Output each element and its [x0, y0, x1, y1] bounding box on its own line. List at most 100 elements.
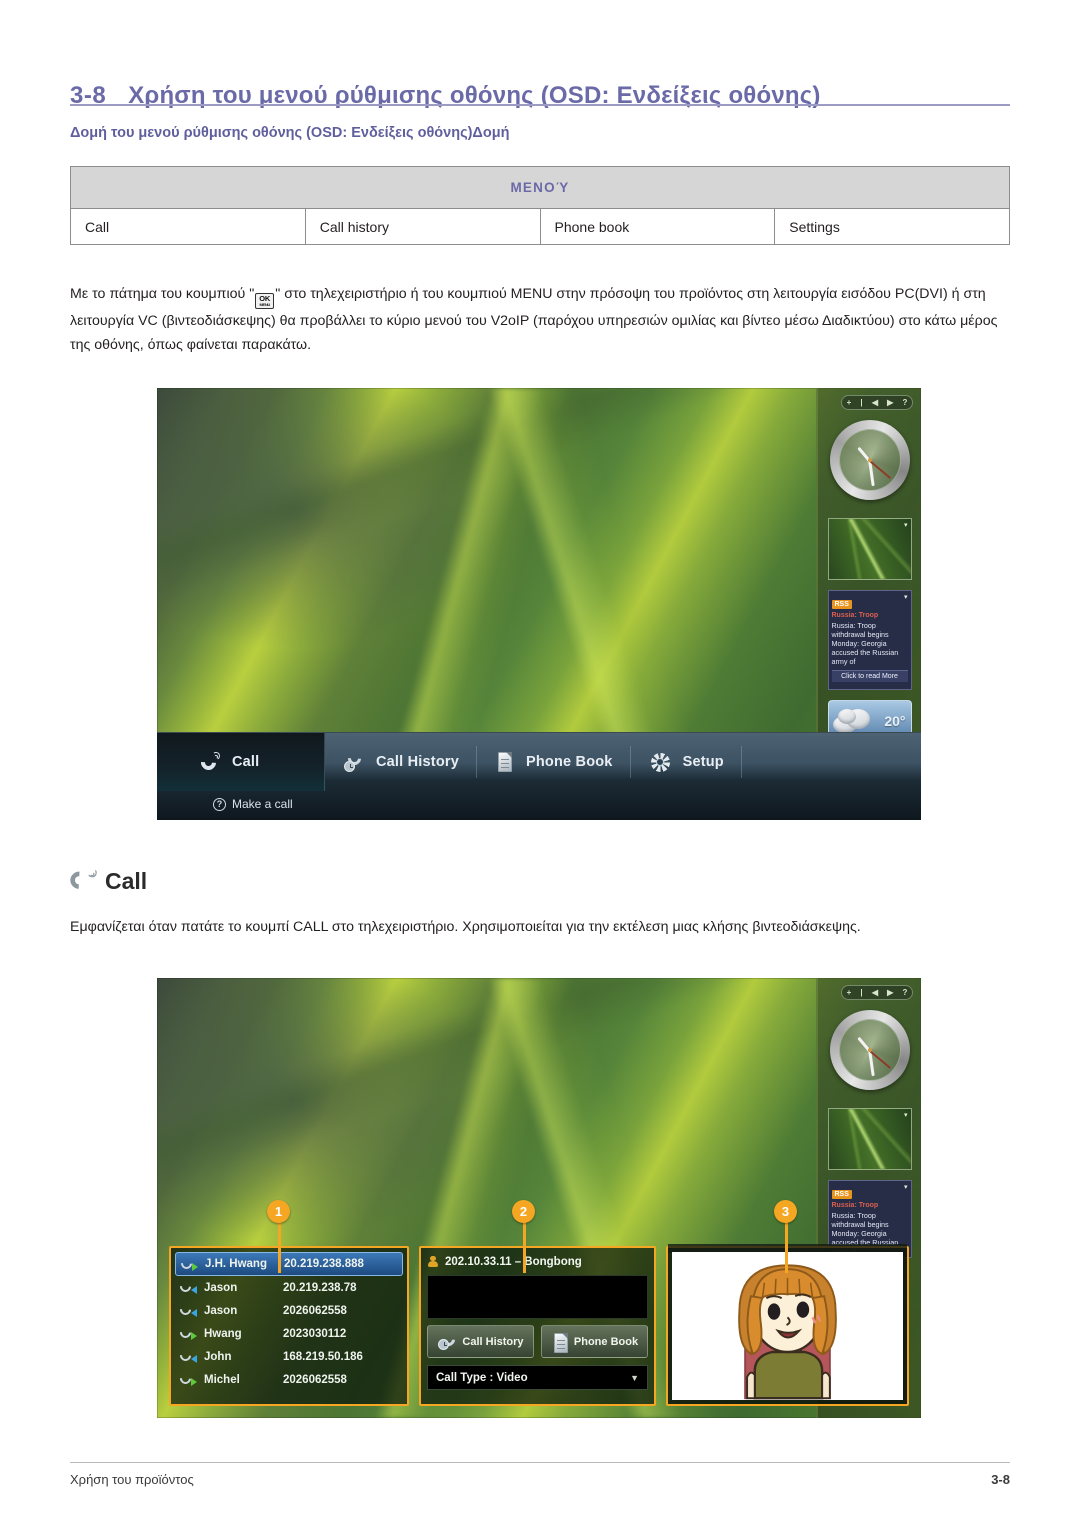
paragraph-text-before: Με το πάτημα του κουμπιού "	[70, 286, 255, 302]
rss-feed-widget[interactable]: ▾ RSS Russia: Troop Russia: Troop withdr…	[827, 590, 912, 690]
list-item[interactable]: John 168.219.50.186	[175, 1345, 403, 1368]
call-history-button[interactable]: Call History	[427, 1325, 534, 1358]
rss-badge: RSS	[831, 600, 852, 609]
contact-name: Hwang	[204, 1327, 242, 1340]
table-header-row: ΜΕΝΟΎ	[70, 166, 1010, 209]
call-history-icon	[437, 1330, 459, 1351]
call-type-dropdown[interactable]: Call Type : Video ▼	[427, 1365, 648, 1390]
help-icon[interactable]: ?	[903, 988, 908, 997]
sidebar-controls[interactable]: + | ◀ ▶ ?	[841, 395, 913, 410]
osd-item-label: Phone Book	[525, 754, 613, 770]
slideshow-widget[interactable]: ▾	[827, 518, 912, 580]
weather-widget[interactable]: 20°	[827, 700, 912, 736]
callout-badge-1: 1	[267, 1200, 290, 1223]
chevron-down-icon[interactable]: ▾	[904, 1111, 908, 1119]
footer-divider	[70, 1462, 1010, 1463]
table-cell-settings: Settings	[774, 208, 1010, 245]
rss-badge: RSS	[831, 1190, 852, 1199]
contact-name: Jason	[204, 1281, 238, 1294]
osd-item-setup[interactable]: Setup	[631, 733, 742, 791]
dial-panel[interactable]: 202.10.33.11 – Bongbong Call History Pho…	[419, 1246, 656, 1406]
phone-icon	[197, 751, 221, 774]
callout-badge-2: 2	[512, 1200, 535, 1223]
dial-panel-title: 202.10.33.11 – Bongbong	[427, 1253, 648, 1271]
list-item[interactable]: Jason 2026062558	[175, 1299, 403, 1322]
osd-menu-items: Call Call History Phone Book Setup	[157, 733, 921, 791]
clock-widget	[829, 420, 910, 500]
intro-paragraph: Με το πάτημα του κουμπιού " OK MENU " στο τ…	[70, 282, 1012, 357]
chevron-down-icon[interactable]: ▾	[904, 593, 908, 601]
incoming-call-icon	[177, 1301, 197, 1318]
rss-headline: Russia: Troop	[831, 612, 879, 619]
control-separator: |	[860, 397, 863, 407]
osd-main-menu-screenshot: + | ◀ ▶ ? ▾ ▾ RSS Russia: Troop Russia: …	[157, 388, 921, 820]
call-list-panel[interactable]: J.H. Hwang 20.219.238.888 Jason 20.219.2…	[169, 1246, 409, 1406]
incoming-call-icon	[177, 1347, 197, 1364]
manual-page: 3-8 Χρήση του μενού ρύθμισης οθόνης (OSD…	[0, 0, 1080, 1527]
rss-read-more-link[interactable]: Click to read More	[831, 670, 908, 682]
next-widget-icon[interactable]: ▶	[887, 398, 893, 407]
osd-hint-label: Make a call	[232, 797, 293, 811]
chevron-down-icon[interactable]: ▾	[904, 521, 908, 529]
sidebar-controls[interactable]: + | ◀ ▶ ?	[841, 985, 913, 1000]
prev-widget-icon[interactable]: ◀	[872, 398, 878, 407]
table-cell-call: Call	[70, 208, 306, 245]
sub-heading: Δομή του μενού ρύθμισης οθόνης (OSD: Ενδ…	[70, 125, 510, 141]
chevron-down-icon[interactable]: ▾	[904, 1183, 908, 1191]
list-item[interactable]: Michel 2026062558	[175, 1368, 403, 1391]
list-item[interactable]: Hwang 2023030112	[175, 1322, 403, 1345]
callout-leader-2	[523, 1221, 526, 1273]
header-divider	[70, 104, 1010, 106]
phone-icon	[66, 866, 98, 897]
call-history-icon	[343, 749, 365, 773]
menu-glyph-label: MENU	[259, 301, 271, 307]
osd-item-label: Call	[232, 754, 260, 770]
contact-number: 2026062558	[283, 1373, 347, 1386]
osd-item-call[interactable]: Call	[157, 733, 325, 791]
temperature-value: 20°	[884, 713, 906, 729]
table-row: Call Call history Phone book Settings	[70, 208, 1010, 245]
avatar-illustration	[672, 1253, 903, 1400]
call-type-value: Call Type : Video	[436, 1371, 528, 1384]
dial-panel-buttons: Call History Phone Book	[427, 1325, 648, 1358]
outgoing-call-icon	[177, 1324, 197, 1341]
menu-structure-table: ΜΕΝΟΎ Call Call history Phone book Setti…	[70, 166, 1010, 245]
next-widget-icon[interactable]: ▶	[887, 988, 893, 997]
clock-center-pin	[867, 458, 872, 462]
question-mark-icon: ?	[213, 797, 226, 811]
contact-name: Michel	[204, 1373, 240, 1386]
slideshow-widget[interactable]: ▾	[827, 1108, 912, 1170]
gear-icon	[649, 751, 672, 774]
prev-widget-icon[interactable]: ◀	[872, 988, 878, 997]
help-icon[interactable]: ?	[903, 398, 908, 407]
call-description-paragraph: Εμφανίζεται όταν πατάτε το κουμπί CALL σ…	[70, 919, 861, 935]
osd-item-label: Call History	[376, 754, 459, 770]
outgoing-call-icon	[177, 1370, 197, 1387]
phone-book-icon	[495, 751, 515, 774]
dial-number-input[interactable]	[427, 1275, 648, 1319]
add-widget-icon[interactable]: +	[847, 398, 852, 407]
avatar	[672, 1252, 903, 1400]
phone-book-button[interactable]: Phone Book	[541, 1325, 648, 1358]
clock-face	[838, 1019, 901, 1081]
chevron-down-icon[interactable]: ▼	[630, 1373, 639, 1383]
clock-center-pin	[867, 1048, 872, 1052]
list-item[interactable]: J.H. Hwang 20.219.238.888	[175, 1252, 403, 1276]
table-header-cell: ΜΕΝΟΎ	[70, 166, 1010, 209]
osd-item-call-history[interactable]: Call History	[325, 733, 477, 791]
callout-leader-3	[785, 1221, 788, 1273]
osd-bottom-bar: Call Call History Phone Book Setup ? Mak…	[157, 732, 921, 820]
callout-badge-3: 3	[774, 1200, 797, 1223]
rss-body-text: Russia: Troop withdrawal begins Monday: …	[831, 621, 899, 666]
osd-hint: ? Make a call	[213, 797, 293, 811]
control-separator: |	[860, 987, 863, 997]
contact-number: 168.219.50.186	[283, 1350, 363, 1363]
add-widget-icon[interactable]: +	[847, 988, 852, 997]
call-section-heading: Call	[66, 866, 147, 897]
contact-number: 2026062558	[283, 1304, 347, 1317]
clock-face	[838, 429, 901, 491]
outgoing-call-icon	[178, 1255, 198, 1272]
call-screen-screenshot: + | ◀ ▶ ? ▾ ▾ RSS Russia: Troop Russia: …	[157, 978, 921, 1418]
list-item[interactable]: Jason 20.219.238.78	[175, 1276, 403, 1299]
osd-item-phone-book[interactable]: Phone Book	[477, 733, 631, 791]
